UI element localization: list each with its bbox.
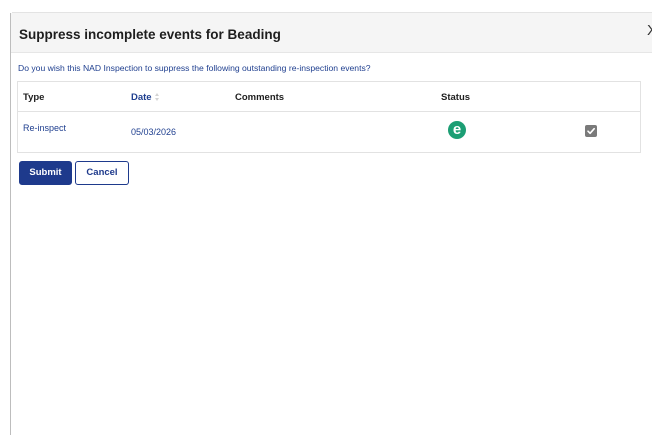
suppress-prompt-text: Do you wish this NAD Inspection to suppr…	[18, 63, 371, 73]
green-e-status-icon: e	[448, 121, 466, 139]
table-header-row: Type Date Comments Status	[18, 82, 640, 112]
column-header-status: Status	[441, 92, 471, 103]
dialog-header: Suppress incomplete events for Beading X	[11, 13, 652, 53]
checkmark-icon	[587, 127, 595, 135]
column-header-date-label[interactable]: Date	[131, 92, 152, 103]
table-row: Re-inspect 05/03/2026 e	[18, 113, 640, 153]
sort-icon[interactable]	[154, 92, 160, 102]
dialog-title: Suppress incomplete events for Beading	[19, 27, 281, 42]
events-table: Type Date Comments Status Re-inspect 05/…	[17, 81, 641, 153]
submit-button[interactable]: Submit	[19, 161, 72, 185]
column-header-type: Type	[23, 92, 45, 103]
column-header-date[interactable]: Date	[131, 92, 160, 103]
column-header-comments: Comments	[235, 92, 285, 103]
cancel-button[interactable]: Cancel	[75, 161, 129, 185]
suppress-events-dialog: Suppress incomplete events for Beading X…	[10, 13, 652, 435]
event-date-cell: 05/03/2026	[131, 127, 177, 137]
suppress-checkbox[interactable]	[585, 125, 597, 137]
close-icon[interactable]: X	[647, 23, 652, 38]
event-type-cell: Re-inspect	[23, 123, 67, 133]
